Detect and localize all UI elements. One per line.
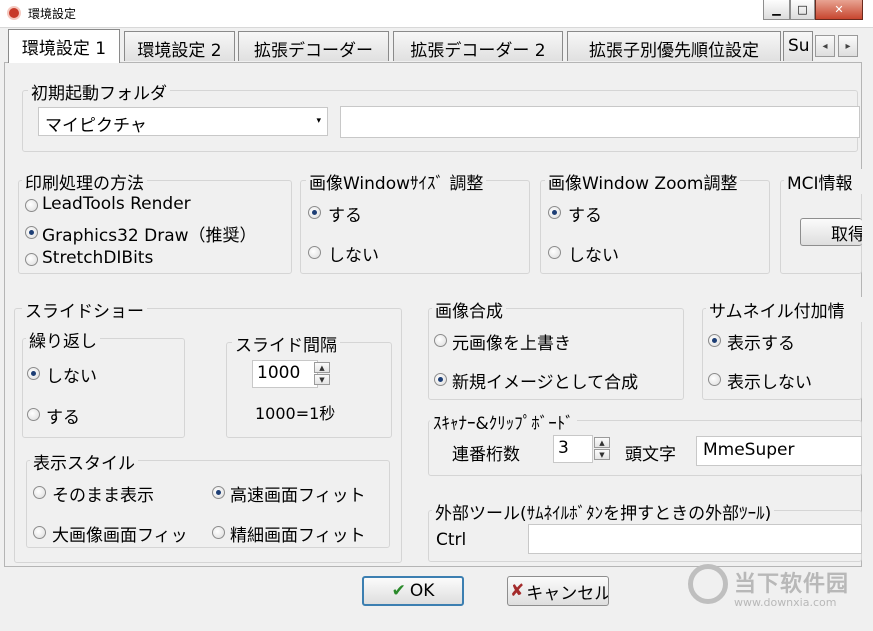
thumbnail-hide-label: 表示しない <box>727 373 812 393</box>
print-leadtools-label: LeadTools Render <box>42 194 191 214</box>
slide-interval-note: 1000=1秒 <box>255 404 336 423</box>
mci-get-button[interactable]: 取得 <box>800 218 862 246</box>
ctrl-tool-field[interactable] <box>528 524 862 554</box>
slide-interval-down-button[interactable]: ▼ <box>314 374 330 385</box>
window-size-off-label: しない <box>328 246 379 266</box>
tab-extension-priority[interactable]: 拡張子別優先順位設定 <box>567 31 781 61</box>
tab-settings-2[interactable]: 環境設定 2 <box>124 31 235 61</box>
window-zoom-label: 画像Window Zoom調整 <box>545 169 741 194</box>
print-leadtools-radio[interactable] <box>25 199 38 212</box>
thumbnail-show-label: 表示する <box>727 334 795 354</box>
chevron-down-icon: ▾ <box>316 116 321 126</box>
window-zoom-on-label: する <box>568 206 602 226</box>
chevron-down-icon: ▼ <box>599 450 605 459</box>
window-zoom-off-label: しない <box>568 246 619 266</box>
serial-digits-label: 連番桁数 <box>452 445 520 465</box>
tab-settings-1[interactable]: 環境設定 1 <box>8 29 120 63</box>
repeat-off-label: しない <box>46 367 97 387</box>
window-zoom-on-radio[interactable] <box>548 206 561 219</box>
startup-folder-path-field[interactable] <box>340 106 860 138</box>
repeat-on-label: する <box>46 408 80 428</box>
print-stretchdibits-label: StretchDIBits <box>42 248 154 268</box>
tab-decoder-2[interactable]: 拡張デコーダー 2 <box>393 31 563 61</box>
maximize-button[interactable]: □ <box>790 0 815 20</box>
cancel-button-label: キャンセル <box>526 583 609 604</box>
minimize-icon: ▁ <box>772 3 781 16</box>
window-size-on-label: する <box>328 206 362 226</box>
slide-interval-label: スライド間隔 <box>232 331 340 356</box>
title-bar: 環境設定 ▁ □ ✕ <box>0 0 873 28</box>
close-button[interactable]: ✕ <box>815 0 863 20</box>
window-zoom-off-radio[interactable] <box>548 246 561 259</box>
compose-new-label: 新規イメージとして合成 <box>452 373 639 393</box>
print-method-label: 印刷処理の方法 <box>22 169 147 194</box>
cross-icon: ✘ <box>510 581 525 601</box>
serial-digits-down-button[interactable]: ▼ <box>594 449 610 460</box>
tab-scroll-right-button[interactable]: ▸ <box>838 35 858 57</box>
minimize-button[interactable]: ▁ <box>763 0 790 20</box>
scanner-label: ｽｷｬﾅｰ&ｸﾘｯﾌﾟﾎﾞｰﾄﾞ <box>430 409 577 434</box>
tab-scroll-left-button[interactable]: ◂ <box>815 35 835 57</box>
thumbnail-show-radio[interactable] <box>708 334 721 347</box>
display-fine-fit-radio[interactable] <box>212 526 225 539</box>
chevron-left-icon: ◂ <box>822 40 828 52</box>
startup-folder-label: 初期起動フォルダ <box>28 79 170 104</box>
window-size-on-radio[interactable] <box>308 206 321 219</box>
watermark-logo-icon <box>688 564 728 604</box>
compose-overwrite-label: 元画像を上書き <box>452 334 571 354</box>
ok-button[interactable]: ✔ OK <box>362 576 464 606</box>
startup-folder-select[interactable]: マイピクチャ ▾ <box>38 107 328 136</box>
slide-interval-field[interactable]: 1000 <box>252 360 318 388</box>
display-large-fit-radio[interactable] <box>33 526 46 539</box>
cancel-button[interactable]: ✘ キャンセル <box>507 576 609 606</box>
prefix-field[interactable]: MmeSuper <box>696 436 862 466</box>
ok-button-label: OK <box>409 581 435 601</box>
chevron-right-icon: ▸ <box>845 40 851 52</box>
slide-interval-up-button[interactable]: ▲ <box>314 362 330 373</box>
maximize-icon: □ <box>797 3 808 16</box>
print-graphics32-label: Graphics32 Draw（推奨） <box>42 226 257 246</box>
tab-su[interactable]: Su <box>783 31 813 61</box>
window-title: 環境設定 <box>28 7 77 21</box>
compose-new-radio[interactable] <box>434 373 447 386</box>
display-style-label: 表示スタイル <box>30 449 138 474</box>
chevron-down-icon: ▼ <box>319 375 325 384</box>
display-fine-fit-label: 精細画面フィット <box>230 526 366 546</box>
chevron-up-icon: ▲ <box>319 363 325 372</box>
repeat-off-radio[interactable] <box>27 367 40 380</box>
image-compose-label: 画像合成 <box>432 297 506 322</box>
thumbnail-info-label: サムネイル付加情 <box>706 297 862 322</box>
print-graphics32-radio[interactable] <box>25 226 38 239</box>
thumbnail-hide-radio[interactable] <box>708 373 721 386</box>
app-icon <box>7 6 21 20</box>
tab-decoder[interactable]: 拡張デコーダー <box>238 31 389 61</box>
watermark-text: 当下软件园 <box>734 572 850 597</box>
mci-info-label: MCI情報 <box>784 169 862 194</box>
repeat-on-radio[interactable] <box>27 408 40 421</box>
window-size-off-radio[interactable] <box>308 246 321 259</box>
external-tool-label: 外部ツール(ｻﾑﾈｲﾙﾎﾞﾀﾝを押すときの外部ﾂｰﾙ) <box>432 499 775 524</box>
display-asis-label: そのまま表示 <box>52 486 154 506</box>
chevron-up-icon: ▲ <box>599 438 605 447</box>
prefix-label: 頭文字 <box>625 445 676 465</box>
window-size-label: 画像Windowｻｲｽﾞ 調整 <box>306 169 487 194</box>
ctrl-label: Ctrl <box>436 530 467 550</box>
serial-digits-up-button[interactable]: ▲ <box>594 437 610 448</box>
repeat-label: 繰り返し <box>26 327 100 352</box>
serial-digits-field[interactable]: 3 <box>553 435 593 463</box>
close-icon: ✕ <box>834 3 844 16</box>
watermark: 当下软件园 www.downxia.com <box>688 560 868 626</box>
startup-folder-value: マイピクチャ <box>45 116 147 136</box>
print-stretchdibits-radio[interactable] <box>25 253 38 266</box>
slideshow-label: スライドショー <box>22 297 147 322</box>
watermark-url: www.downxia.com <box>734 596 837 609</box>
display-fast-fit-label: 高速画面フィット <box>230 486 366 506</box>
display-large-fit-label: 大画像画面フィッ <box>52 526 188 546</box>
compose-overwrite-radio[interactable] <box>434 334 447 347</box>
check-icon: ✔ <box>391 581 406 601</box>
display-asis-radio[interactable] <box>33 486 46 499</box>
display-fast-fit-radio[interactable] <box>212 486 225 499</box>
